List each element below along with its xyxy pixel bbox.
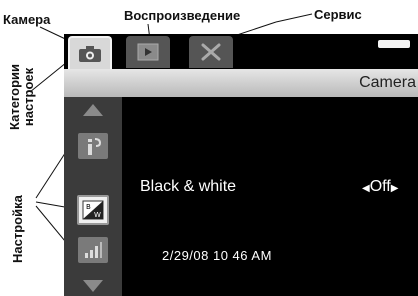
tab-playback[interactable] [126,36,170,68]
camera-screen: Camera B W Black & white ◀Off▶ 2/29/08 1… [64,34,418,296]
arrow-right-icon[interactable]: ▶ [391,183,399,194]
date-time-stamp: 2/29/08 10 46 AM [162,248,272,263]
black-white-icon: B W [82,200,104,220]
setting-value-text: Off [369,178,391,195]
settings-side-panel: B W [64,97,122,296]
battery-indicator [378,40,410,48]
arrow-up-icon[interactable] [82,103,104,117]
info-setting-icon[interactable] [78,133,108,159]
header-bar: Camera [64,69,418,97]
signal-setting-icon[interactable] [78,237,108,263]
setting-value-selector[interactable]: ◀Off▶ [362,178,398,196]
info-icon [88,138,102,155]
header-title: Camera [359,74,416,91]
tab-camera[interactable] [68,36,112,70]
signal-bars-icon [85,242,102,258]
camera-icon [79,46,101,62]
tools-icon [201,43,221,61]
arrow-left-icon[interactable]: ◀ [362,183,370,194]
tab-service[interactable] [189,36,233,68]
leader-service-b [275,13,313,23]
svg-text:W: W [94,211,101,219]
svg-text:B: B [86,203,91,211]
arrow-down-icon[interactable] [82,279,104,293]
setting-name: Black & white [140,178,237,195]
black-white-setting-icon[interactable]: B W [77,195,109,225]
play-icon [137,43,159,61]
